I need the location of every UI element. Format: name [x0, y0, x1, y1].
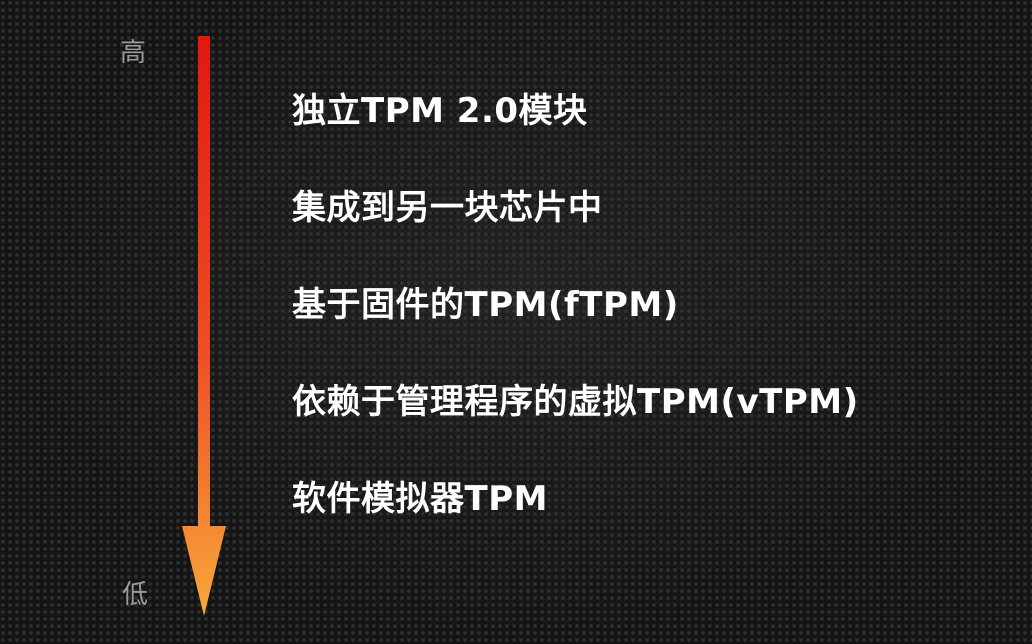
level-software-tpm: 软件模拟器TPM: [292, 479, 548, 519]
low-label: 低: [122, 580, 149, 610]
level-virtual-tpm: 依赖于管理程序的虚拟TPM(vTPM): [292, 382, 859, 422]
level-integrated-tpm: 集成到另一块芯片中: [292, 188, 603, 228]
high-label: 高: [120, 38, 147, 68]
level-discrete-tpm: 独立TPM 2.0模块: [292, 91, 588, 131]
security-level-arrow: [176, 32, 232, 618]
tpm-levels-list: 独立TPM 2.0模块 集成到另一块芯片中 基于固件的TPM(fTPM) 依赖于…: [292, 88, 859, 573]
down-arrow-icon: [182, 36, 226, 616]
arrow-shaft: [182, 36, 226, 616]
slide: 高 低 独立TPM 2.0模块 集成到另一块芯片中 基于固件的TPM(fTPM)…: [0, 0, 1032, 644]
level-firmware-tpm: 基于固件的TPM(fTPM): [292, 285, 679, 325]
